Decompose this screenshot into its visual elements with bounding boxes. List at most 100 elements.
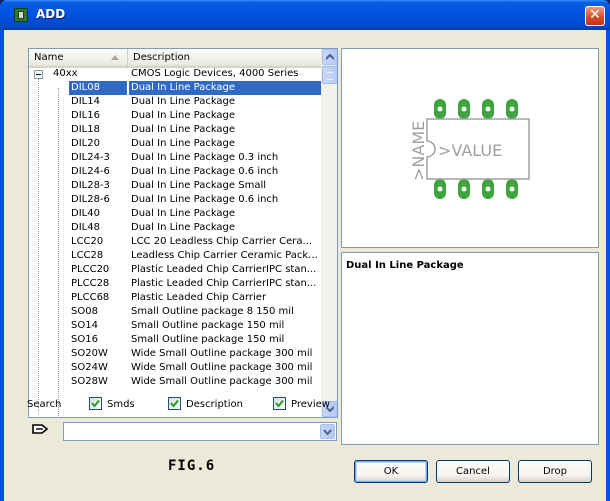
package-row[interactable]: DIL48 Dual In Line Package <box>29 221 321 235</box>
package-name: DIL40 <box>71 208 100 219</box>
package-description: Leadless Chip Carrier Ceramic Packa... <box>131 250 319 261</box>
description-option-label[interactable]: Description <box>186 399 243 410</box>
package-list[interactable]: Name Description 40xx CMOS Logic Devices… <box>28 48 338 418</box>
pad-hole <box>485 186 491 192</box>
preview-option-label[interactable]: Preview <box>291 399 330 410</box>
close-button[interactable]: ✕ <box>585 6 605 26</box>
drop-button[interactable]: Drop <box>518 460 592 483</box>
package-description: Small Outline package 150 mil <box>131 334 285 345</box>
list-header: Name Description <box>29 49 321 68</box>
package-row[interactable]: DIL18 Dual In Line Package <box>29 123 321 137</box>
app-icon <box>14 8 28 22</box>
search-input[interactable] <box>65 424 321 439</box>
pad-hole <box>509 106 515 112</box>
package-name: PLCC20 <box>71 264 110 275</box>
package-row[interactable]: SO28W Wide Small Outline package 300 mil <box>29 375 321 389</box>
checkmark-icon <box>275 399 284 408</box>
package-row[interactable]: PLCC68 Plastic Leaded Chip Carrier <box>29 291 321 305</box>
package-name: SO20W <box>71 348 108 359</box>
package-name: DIL24-6 <box>71 166 110 177</box>
ok-button[interactable]: OK <box>354 460 428 483</box>
package-row[interactable]: PLCC20 Plastic Leaded Chip CarrierIPC sta… <box>29 263 321 277</box>
package-row[interactable]: SO20W Wide Small Outline package 300 mil <box>29 347 321 361</box>
package-name: DIL16 <box>71 110 100 121</box>
package-name: SO16 <box>71 334 98 345</box>
search-combobox[interactable] <box>63 422 337 441</box>
pad-hole <box>509 186 515 192</box>
package-description: Plastic Leaded Chip CarrierIPC stan... <box>131 264 317 275</box>
list-vertical-scrollbar[interactable] <box>321 49 337 417</box>
arrow-right-icon <box>32 424 49 434</box>
description-checkbox[interactable] <box>168 397 181 410</box>
smds-label[interactable]: Smds <box>107 399 135 410</box>
chevron-up-icon <box>326 54 334 60</box>
preview-name-label: >NAME <box>409 121 428 181</box>
description-text: Dual In Line Package <box>346 260 464 271</box>
chevron-down-icon <box>323 429 332 435</box>
package-row[interactable]: LCC28 Leadless Chip Carrier Ceramic Packa… <box>29 249 321 263</box>
add-dialog-window: ADD ✕ Name Description 40xx CMOS Logic D… <box>0 0 610 501</box>
package-name: DIL08 <box>69 81 127 95</box>
package-name: DIL14 <box>71 96 100 107</box>
pads-top <box>434 99 518 119</box>
figure-label: FIG.6 <box>168 458 216 474</box>
package-description: Dual In Line Package <box>131 124 236 135</box>
package-row[interactable]: SO14 Small Outline package 150 mil <box>29 319 321 333</box>
cancel-button[interactable]: Cancel <box>436 460 510 483</box>
package-name: DIL24-3 <box>71 152 110 163</box>
package-row[interactable]: DIL24-6 Dual In Line Package 0.6 inch <box>29 165 321 179</box>
package-name: DIL18 <box>71 124 100 135</box>
scroll-up-button[interactable] <box>322 49 337 65</box>
sort-ascending-icon <box>111 55 119 60</box>
package-description: Dual In Line Package Small <box>131 180 267 191</box>
checkmark-icon <box>170 399 179 408</box>
tree-group-row[interactable]: 40xx CMOS Logic Devices, 4000 Series <box>29 67 321 81</box>
package-name: SO14 <box>71 320 98 331</box>
list-rows: 40xx CMOS Logic Devices, 4000 Series DIL… <box>29 67 321 389</box>
package-row[interactable]: DIL20 Dual In Line Package <box>29 137 321 151</box>
package-row[interactable]: DIL28-3 Dual In Line Package Small <box>29 179 321 193</box>
window-title: ADD <box>36 7 66 21</box>
scroll-thumb[interactable] <box>322 66 337 84</box>
package-description: Dual In Line Package <box>131 222 236 233</box>
package-row[interactable]: SO16 Small Outline package 150 mil <box>29 333 321 347</box>
package-description: Dual In Line Package 0.6 inch <box>131 166 279 177</box>
pad-hole <box>485 106 491 112</box>
package-row[interactable]: DIL08 Dual In Line Package <box>29 81 321 95</box>
package-description: Dual In Line Package <box>131 110 236 121</box>
dialog-body: Name Description 40xx CMOS Logic Devices… <box>4 30 606 501</box>
package-name: DIL28-6 <box>71 194 110 205</box>
package-description: Small Outline package 150 mil <box>131 320 285 331</box>
pad-hole <box>461 186 467 192</box>
package-name: SO28W <box>71 376 108 387</box>
column-header-name[interactable]: Name <box>29 49 128 67</box>
package-row[interactable]: DIL24-3 Dual In Line Package 0.3 inch <box>29 151 321 165</box>
package-name: LCC28 <box>71 250 104 261</box>
preview-value-label: >VALUE <box>438 141 502 160</box>
pad-hole <box>461 106 467 112</box>
package-name: DIL48 <box>71 222 100 233</box>
search-dropdown-button[interactable] <box>320 424 335 439</box>
package-row[interactable]: SO08 Small Outline package 8 150 mil <box>29 305 321 319</box>
package-name: PLCC28 <box>71 278 110 289</box>
package-row[interactable]: LCC20 LCC 20 Leadless Chip Carrier Cera..… <box>29 235 321 249</box>
package-name: LCC20 <box>71 236 104 247</box>
package-row[interactable]: DIL16 Dual In Line Package <box>29 109 321 123</box>
package-row[interactable]: DIL40 Dual In Line Package <box>29 207 321 221</box>
preview-checkbox[interactable] <box>273 397 286 410</box>
package-row[interactable]: PLCC28 Plastic Leaded Chip CarrierIPC sta… <box>29 277 321 291</box>
package-description: Dual In Line Package 0.3 inch <box>131 152 279 163</box>
column-header-name-label: Name <box>34 52 64 63</box>
package-description: Dual In Line Package 0.6 inch <box>131 194 279 205</box>
package-name: SO08 <box>71 306 98 317</box>
title-bar[interactable]: ADD ✕ <box>0 0 610 30</box>
package-row[interactable]: DIL14 Dual In Line Package <box>29 95 321 109</box>
group-name: 40xx <box>53 68 78 79</box>
dil-package-drawing: >NAME >VALUE <box>409 99 530 199</box>
package-description: Dual In Line Package <box>131 96 236 107</box>
smds-checkbox[interactable] <box>89 397 102 410</box>
group-description: CMOS Logic Devices, 4000 Series <box>131 68 299 79</box>
package-row[interactable]: DIL28-6 Dual In Line Package 0.6 inch <box>29 193 321 207</box>
package-row[interactable]: SO24W Wide Small Outline package 300 mil <box>29 361 321 375</box>
package-description: Dual In Line Package <box>131 208 236 219</box>
